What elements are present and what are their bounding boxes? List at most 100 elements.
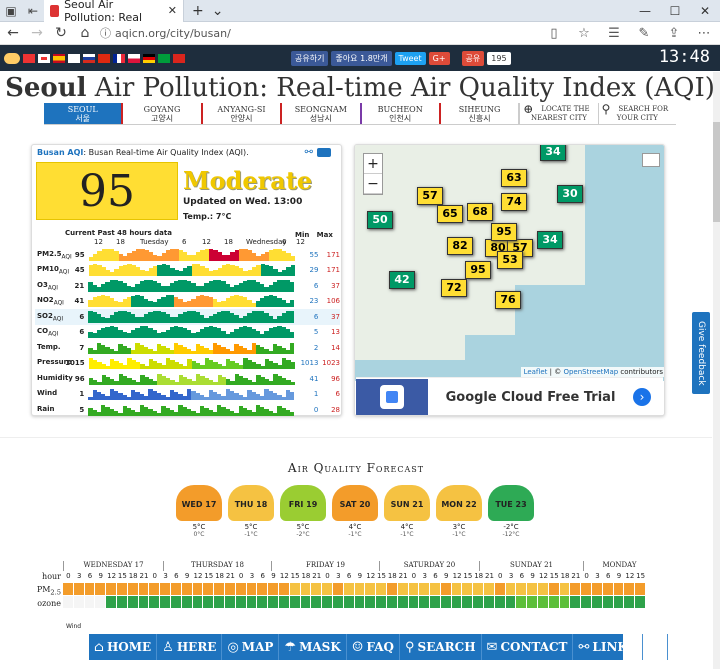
station-marker[interactable]: 50: [367, 211, 393, 229]
map-view[interactable]: 34 57 63 74 30 65 68 50 34 82 80 57 95 53 42 95 72 76 + −…: [355, 145, 664, 381]
flag-china-icon[interactable]: [23, 53, 35, 63]
tweet-button[interactable]: Tweet: [394, 51, 426, 65]
google-plus-button[interactable]: G+: [428, 51, 450, 65]
nav-faq-button[interactable]: ☺ FAQ: [347, 634, 401, 660]
browser-tab[interactable]: Seoul Air Pollution: Real ✕: [44, 0, 184, 24]
maximize-icon[interactable]: ☐: [660, 4, 690, 18]
flag-hongkong-icon[interactable]: [98, 53, 110, 63]
more-menu-icon[interactable]: ⋯: [692, 26, 716, 41]
favorite-star-icon[interactable]: ☆: [572, 26, 596, 41]
history-row[interactable]: Temp. 7 2 14: [35, 340, 340, 356]
nav-map-button[interactable]: ◎ MAP: [222, 634, 280, 660]
favorites-hub-icon[interactable]: ☰: [602, 26, 626, 41]
forecast-day[interactable]: SUN 21 4°C -1°C: [384, 485, 430, 538]
city-tab-bucheon[interactable]: BUCHEON 인천시: [362, 103, 441, 124]
facebook-like-button[interactable]: 좋아요 1.8만개: [331, 50, 392, 66]
forecast-day[interactable]: TUE 23 -2°C -12°C: [488, 485, 534, 538]
google-share-button[interactable]: 공유: [461, 50, 485, 66]
minimize-icon[interactable]: —: [630, 4, 660, 18]
forecast-day[interactable]: WED 17 5°C 0°C: [176, 485, 222, 538]
home-icon[interactable]: ⌂: [76, 25, 94, 41]
scrollbar-thumb[interactable]: [713, 122, 720, 222]
history-row[interactable]: PM10AQI 45 29 171: [35, 263, 340, 279]
station-marker[interactable]: 34: [537, 231, 563, 249]
station-marker[interactable]: 82: [447, 237, 473, 255]
station-marker[interactable]: 65: [437, 205, 463, 223]
flag-russia-icon[interactable]: [83, 53, 95, 63]
osm-link[interactable]: OpenStreetMap: [563, 368, 618, 376]
give-feedback-button[interactable]: Give feedback: [692, 312, 710, 394]
ad-banner[interactable]: Google Cloud Free Trial ›: [356, 377, 663, 415]
nav-links-button[interactable]: ⚯ LINKS: [573, 634, 643, 660]
search-city-button[interactable]: ⚲ SEARCH FOR YOUR CITY: [599, 103, 676, 124]
flag-japan-icon[interactable]: [38, 53, 50, 63]
tab-list-icon[interactable]: ▣: [0, 4, 22, 18]
locate-nearest-city-button[interactable]: ⊕ LOCATE THE NEAREST CITY: [520, 103, 599, 124]
arrow-right-icon[interactable]: ›: [633, 388, 651, 406]
station-marker[interactable]: 95: [491, 223, 517, 241]
forecast-day[interactable]: SAT 20 4°C -1°C: [332, 485, 378, 538]
station-marker[interactable]: 68: [467, 203, 493, 221]
station-marker[interactable]: 57: [417, 187, 443, 205]
station-marker[interactable]: 30: [557, 185, 583, 203]
flag-spain-icon[interactable]: [53, 53, 65, 63]
notes-icon[interactable]: ✎: [632, 26, 656, 41]
close-window-icon[interactable]: ✕: [690, 4, 720, 18]
layers-icon[interactable]: [642, 153, 660, 167]
facebook-share-button[interactable]: 공유하기: [291, 50, 329, 66]
flag-vietnam-icon[interactable]: [173, 53, 185, 63]
nav-search-button[interactable]: ⚲ SEARCH: [400, 634, 482, 660]
nav-here-button[interactable]: ♙ HERE: [157, 634, 223, 660]
history-row[interactable]: Pressure 1015 1013 1023: [35, 356, 340, 372]
history-row[interactable]: O3AQI 21 6 37: [35, 278, 340, 294]
close-tab-icon[interactable]: ✕: [168, 4, 177, 17]
station-marker[interactable]: 72: [441, 279, 467, 297]
scrollbar[interactable]: [713, 72, 720, 669]
zoom-out-button[interactable]: −: [364, 174, 382, 194]
history-row[interactable]: PM2.5AQI 95 55 171: [35, 247, 340, 263]
reading-view-icon[interactable]: ▯: [542, 26, 566, 41]
back-icon[interactable]: ←: [4, 25, 22, 41]
nav-contact-button[interactable]: ✉ CONTACT: [482, 634, 574, 660]
refresh-icon[interactable]: ↻: [52, 25, 70, 41]
flag-france-icon[interactable]: [113, 53, 125, 63]
chevron-down-icon[interactable]: ⌄: [212, 3, 224, 19]
share-icon[interactable]: ⇪: [662, 26, 686, 41]
nav-settings-button[interactable]: ⚙: [643, 634, 669, 660]
history-row[interactable]: NO2AQI 41 23 106: [35, 294, 340, 310]
history-row[interactable]: COAQI 6 5 13: [35, 325, 340, 341]
aqi-city-link[interactable]: Busan AQI: [37, 148, 83, 157]
history-row[interactable]: Humidity 96 41 96: [35, 371, 340, 387]
station-marker[interactable]: 42: [389, 271, 415, 289]
share-node-icon[interactable]: ⚯: [305, 147, 313, 158]
city-tab-siheung[interactable]: SIHEUNG 신흥시: [441, 103, 521, 124]
nav-home-button[interactable]: ⌂ HOME: [89, 634, 158, 660]
url-field[interactable]: ⓘ aqicn.org/city/busan/: [100, 24, 536, 42]
station-marker[interactable]: 63: [501, 169, 527, 187]
back-tabs-icon[interactable]: ⇤: [22, 4, 44, 18]
widget-icon[interactable]: [317, 148, 331, 157]
zoom-in-button[interactable]: +: [364, 154, 382, 174]
flag-germany-icon[interactable]: [143, 53, 155, 63]
new-tab-button[interactable]: +: [192, 3, 204, 19]
flag-poland-icon[interactable]: [128, 53, 140, 63]
history-row[interactable]: Rain 5 0 28: [35, 402, 340, 418]
forecast-day[interactable]: THU 18 5°C -1°C: [228, 485, 274, 538]
city-tab-goyang[interactable]: GOYANG 고양시: [123, 103, 203, 124]
city-tab-seongnam[interactable]: SEONGNAM 성남시: [282, 103, 362, 124]
forward-icon[interactable]: →: [28, 25, 46, 41]
flag-brazil-icon[interactable]: [158, 53, 170, 63]
forecast-day[interactable]: MON 22 3°C -1°C: [436, 485, 482, 538]
station-marker[interactable]: 53: [497, 251, 523, 269]
station-marker[interactable]: 95: [465, 261, 491, 279]
city-tab-anyang[interactable]: ANYANG-SI 안양시: [203, 103, 283, 124]
nav-mask-button[interactable]: ☂ MASK: [279, 634, 347, 660]
city-tab-seoul[interactable]: SEOUL 서울: [44, 103, 124, 124]
station-marker[interactable]: 74: [501, 193, 527, 211]
history-row[interactable]: Wind 1 1 6: [35, 387, 340, 403]
flag-korea-icon[interactable]: [68, 53, 80, 63]
station-marker[interactable]: 34: [540, 145, 566, 161]
forecast-day[interactable]: FRI 19 5°C -2°C: [280, 485, 326, 538]
history-row[interactable]: SO2AQI 6 6 37: [35, 309, 340, 325]
station-marker[interactable]: 76: [495, 291, 521, 309]
